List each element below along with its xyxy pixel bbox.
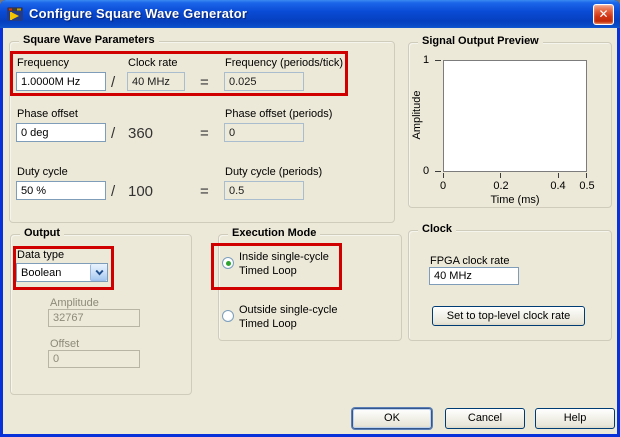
cancel-button[interactable]: Cancel [445, 408, 525, 429]
set-top-level-clock-rate-button[interactable]: Set to top-level clock rate [432, 306, 585, 326]
x-tick-label: 0.2 [493, 180, 509, 192]
y-tickmark [435, 171, 441, 172]
duty-cycle-periods-field [224, 181, 304, 200]
group-title: Square Wave Parameters [19, 34, 159, 46]
duty-cycle-label: Duty cycle [17, 166, 68, 178]
amplitude-label: Amplitude [50, 297, 99, 309]
group-title: Clock [418, 223, 456, 235]
dialog-body: Square Wave Parameters Frequency / Clock… [3, 28, 617, 434]
group-title: Signal Output Preview [418, 35, 543, 47]
labview-app-icon [7, 7, 23, 21]
help-button[interactable]: Help [535, 408, 615, 429]
divide-operator: / [111, 183, 116, 200]
x-tick-label: 0.5 [579, 180, 595, 192]
preview-plot-area [443, 60, 587, 172]
phase-offset-periods-label: Phase offset (periods) [225, 108, 333, 120]
radio-label-line[interactable]: Timed Loop [239, 317, 297, 331]
duty-cycle-input[interactable] [16, 181, 106, 200]
x-tickmark [586, 173, 587, 178]
highlight-frequency-row [10, 51, 348, 96]
radio-label-line[interactable]: Outside single-cycle [239, 303, 337, 317]
highlight-execution-mode [211, 243, 342, 290]
divide-operator: / [111, 125, 116, 142]
y-axis-label: Amplitude [411, 90, 423, 140]
amplitude-field [48, 309, 140, 327]
duty-divisor-value: 100 [128, 183, 154, 200]
group-title: Output [20, 227, 65, 239]
phase-offset-periods-field [224, 123, 304, 142]
x-tickmark [558, 173, 559, 178]
offset-field [48, 350, 140, 368]
offset-label: Offset [50, 338, 80, 350]
phase-offset-input[interactable] [16, 123, 106, 142]
x-tickmark [500, 173, 501, 178]
phase-divisor-value: 360 [128, 125, 154, 142]
x-tick-label: 0.4 [550, 180, 566, 192]
fpga-clock-rate-label: FPGA clock rate [430, 255, 510, 267]
y-tick-label: 1 [423, 54, 430, 66]
duty-cycle-periods-label: Duty cycle (periods) [225, 166, 323, 178]
x-tick-label: 0 [439, 180, 447, 192]
title-bar[interactable]: Configure Square Wave Generator ✕ [0, 0, 620, 28]
ok-button[interactable]: OK [352, 408, 432, 429]
x-axis-label: Time (ms) [490, 194, 540, 206]
group-title: Execution Mode [228, 227, 321, 239]
equals-sign: = [200, 183, 209, 200]
y-tickmark [435, 60, 441, 61]
equals-sign: = [200, 125, 209, 142]
x-tickmark [443, 173, 444, 178]
radio-outside-single-cycle[interactable] [222, 310, 234, 322]
phase-offset-label: Phase offset [17, 108, 78, 120]
fpga-clock-rate-input[interactable] [429, 267, 519, 285]
y-tick-label: 0 [423, 165, 430, 177]
window-title: Configure Square Wave Generator [29, 6, 248, 21]
dialog-window: Configure Square Wave Generator ✕ Square… [0, 0, 620, 437]
close-button[interactable]: ✕ [593, 4, 614, 25]
highlight-data-type [13, 246, 114, 290]
